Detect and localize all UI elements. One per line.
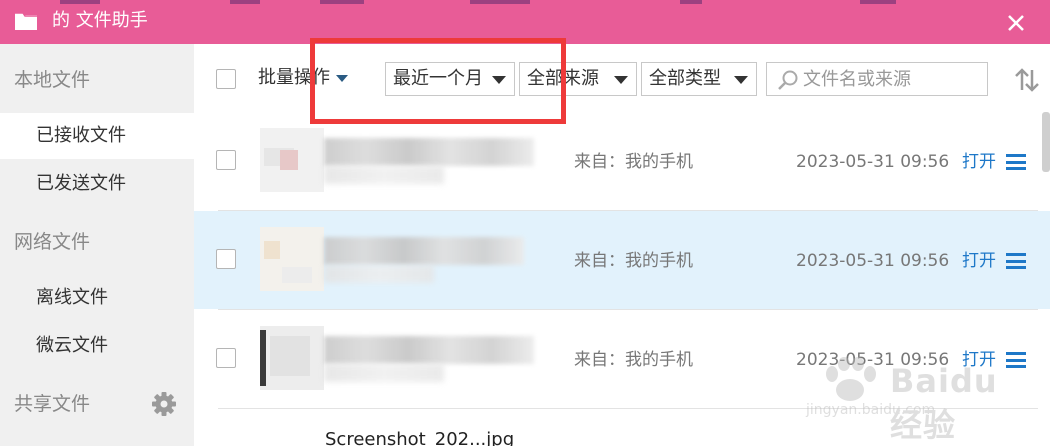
file-name-blurred-line2 (324, 166, 444, 184)
file-name-blurred (324, 336, 534, 364)
time-filter-dropdown[interactable]: 最近一个月 (385, 62, 515, 96)
open-link[interactable]: 打开 (962, 150, 996, 174)
search-input[interactable] (803, 66, 981, 92)
menu-icon[interactable] (1006, 352, 1026, 368)
type-filter-dropdown[interactable]: 全部类型 (641, 62, 757, 96)
file-name-blurred (324, 237, 524, 265)
select-all-checkbox[interactable] (216, 69, 236, 89)
file-name-blurred-line2 (324, 364, 444, 382)
file-source: 来自：我的手机 (574, 350, 693, 370)
chevron-down-icon (614, 76, 628, 84)
sort-icon[interactable] (1012, 66, 1042, 94)
file-date: 2023-05-31 09:56 (796, 152, 950, 172)
title-bar: 的 文件助手 (0, 0, 1050, 44)
file-row-selected[interactable]: 来自：我的手机 2023-05-31 09:56 打开 (194, 211, 1050, 309)
open-link[interactable]: 打开 (962, 348, 996, 372)
source-filter-dropdown[interactable]: 全部来源 (519, 62, 637, 96)
file-thumbnail (260, 326, 324, 390)
chevron-down-icon (492, 76, 506, 84)
close-icon (1008, 15, 1024, 31)
menu-icon[interactable] (1006, 253, 1026, 269)
sidebar-item-weiyun[interactable]: 微云文件 (0, 323, 194, 369)
row-checkbox[interactable] (216, 150, 236, 170)
window-title: 的 文件助手 (52, 10, 148, 31)
close-button[interactable] (996, 10, 1036, 36)
toolbar: 批量操作 最近一个月 全部来源 全部类型 (194, 44, 1050, 112)
menu-icon[interactable] (1006, 154, 1026, 170)
row-checkbox[interactable] (216, 249, 236, 269)
file-thumbnail (260, 128, 324, 192)
file-name-blurred-line2 (324, 265, 434, 283)
row-divider (218, 408, 1038, 409)
batch-operation-label: 批量操作 (258, 67, 330, 88)
search-box (766, 62, 988, 96)
file-source: 来自：我的手机 (574, 251, 693, 271)
file-date: 2023-05-31 09:56 (796, 350, 950, 370)
type-filter-value: 全部类型 (649, 68, 721, 89)
sidebar: 本地文件 已接收文件 已发送文件 网络文件 离线文件 微云文件 共享文件 (0, 44, 194, 446)
gear-icon[interactable] (150, 390, 178, 418)
sidebar-item-offline[interactable]: 离线文件 (0, 275, 194, 321)
file-name-blurred (324, 138, 534, 166)
sidebar-section-local[interactable]: 本地文件 (14, 67, 90, 93)
sidebar-section-network[interactable]: 网络文件 (14, 229, 90, 255)
time-filter-value: 最近一个月 (393, 68, 483, 89)
folder-icon (15, 12, 37, 30)
title-bar-top-strip (0, 0, 1050, 4)
file-row[interactable]: 来自：我的手机 2023-05-31 09:56 打开 (194, 112, 1050, 210)
batch-operation-button[interactable]: 批量操作 (258, 66, 348, 90)
chevron-down-icon (734, 76, 748, 84)
file-thumbnail (260, 227, 324, 291)
search-icon (778, 70, 798, 90)
caret-down-icon (336, 74, 348, 82)
file-name-partial[interactable]: Screenshot_202...jpg (325, 428, 514, 446)
sidebar-item-sent[interactable]: 已发送文件 (0, 161, 194, 207)
open-link[interactable]: 打开 (962, 249, 996, 273)
source-filter-value: 全部来源 (527, 68, 599, 89)
sidebar-item-received[interactable]: 已接收文件 (0, 113, 194, 159)
scrollbar-thumb[interactable] (1042, 112, 1050, 172)
sidebar-section-shared[interactable]: 共享文件 (14, 391, 90, 417)
row-checkbox[interactable] (216, 348, 236, 368)
file-row[interactable]: 来自：我的手机 2023-05-31 09:56 打开 (194, 310, 1050, 408)
file-date: 2023-05-31 09:56 (796, 251, 950, 271)
file-source: 来自：我的手机 (574, 152, 693, 172)
